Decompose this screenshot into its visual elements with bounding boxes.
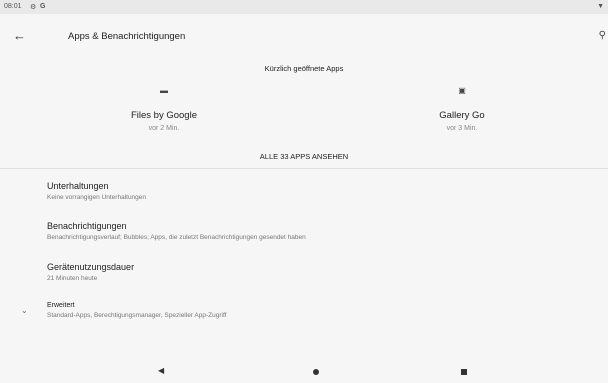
app-bar: ← Apps & Benachrichtigungen ⚲ — [0, 14, 608, 58]
item-subtitle: Keine vorrangigen Unterhaltungen — [47, 194, 147, 201]
settings-item-benachrichtigungen[interactable]: Benachrichtigungen Benachrichtigungsverl… — [47, 221, 306, 241]
status-bar: 08:01 ⚙ G ▼ — [0, 0, 608, 14]
gallery-icon: ▣ — [458, 86, 466, 95]
settings-item-geraetenutzungsdauer[interactable]: Gerätenutzungsdauer 21 Minuten heute — [47, 262, 134, 282]
wifi-icon: ▼ — [597, 3, 604, 10]
recent-apps-header: Kürzlich geöffnete Apps — [264, 64, 344, 73]
app-time: vor 3 Min. — [446, 125, 478, 132]
search-icon[interactable]: ⚲ — [599, 30, 606, 41]
nav-home-icon[interactable] — [313, 369, 319, 375]
settings-item-unterhaltungen[interactable]: Unterhaltungen Keine vorrangigen Unterha… — [47, 181, 146, 201]
item-subtitle: 21 Minuten heute — [47, 275, 98, 282]
see-all-apps-button[interactable]: ALLE 33 APPS ANSEHEN — [0, 152, 608, 161]
files-icon: ▬ — [160, 86, 168, 95]
nav-back-icon[interactable]: ◀ — [158, 366, 164, 375]
item-title: Benachrichtigungen — [47, 221, 127, 231]
item-subtitle: Standard-Apps, Berechtigungsmanager, Spe… — [47, 312, 227, 319]
chevron-down-icon[interactable]: ⌄ — [21, 306, 28, 315]
google-icon: G — [40, 3, 46, 10]
item-title: Erweitert — [47, 302, 75, 309]
recent-app-files[interactable]: ▬ Files by Google vor 2 Min. — [84, 86, 244, 132]
app-name: Gallery Go — [439, 110, 485, 121]
page-title: Apps & Benachrichtigungen — [68, 31, 186, 42]
app-name: Files by Google — [130, 110, 197, 121]
settings-icon: ⚙ — [30, 4, 37, 11]
divider — [0, 168, 608, 169]
navigation-bar: ◀ — [0, 361, 608, 383]
app-time: vor 2 Min. — [148, 125, 180, 132]
nav-recents-icon[interactable] — [461, 369, 467, 375]
arrow-left-icon[interactable]: ← — [13, 28, 26, 43]
status-time: 08:01 — [4, 3, 22, 10]
recent-app-gallery[interactable]: ▣ Gallery Go vor 3 Min. — [382, 86, 542, 132]
item-title: Unterhaltungen — [47, 181, 109, 191]
item-title: Gerätenutzungsdauer — [47, 262, 135, 272]
settings-item-erweitert[interactable]: Erweitert Standard-Apps, Berechtigungsma… — [47, 302, 226, 319]
item-subtitle: Benachrichtigungsverlauf; Bubbles; Apps,… — [47, 234, 306, 241]
